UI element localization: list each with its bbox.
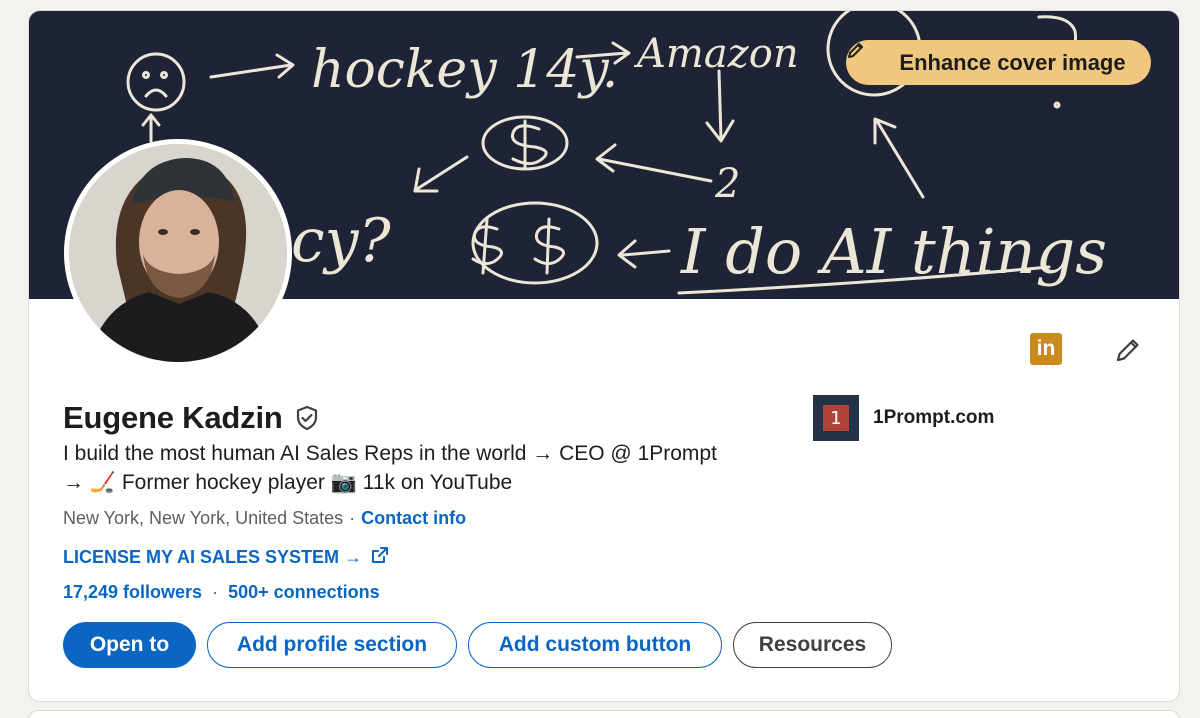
profile-name: Eugene Kadzin (63, 400, 283, 435)
company-name: 1Prompt.com (873, 407, 995, 428)
next-section-card (28, 710, 1180, 718)
current-company[interactable]: 1 1Prompt.com (813, 395, 994, 441)
add-custom-button[interactable]: Add custom button (468, 622, 722, 668)
stats-separator: · (212, 582, 219, 602)
external-link-icon (370, 545, 390, 570)
location-separator: · (349, 508, 356, 528)
company-logo: 1 (813, 395, 859, 441)
board-text-hockey: hockey 14y. (311, 40, 618, 100)
resources-button[interactable]: Resources (733, 622, 892, 668)
board-text-ai-things: I do AI things (680, 215, 1107, 288)
add-profile-section-button[interactable]: Add profile section (207, 622, 457, 668)
network-stats: 17,249 followers · 500+ connections (63, 582, 380, 603)
open-to-button[interactable]: Open to (63, 622, 196, 668)
linkedin-icon[interactable]: in (1030, 333, 1062, 365)
profile-actions: Open to Add profile section Add custom b… (63, 622, 892, 668)
license-link[interactable]: LICENSE MY AI SALES SYSTEM → (63, 545, 390, 570)
contact-info-link[interactable]: Contact info (361, 508, 466, 529)
company-logo-glyph: 1 (823, 405, 849, 431)
profile-avatar[interactable] (64, 139, 292, 367)
headline-line-2: → 🏒 Former hockey player 📷 11k on YouTub… (63, 471, 513, 494)
followers-link[interactable]: 17,249 followers (63, 582, 202, 603)
pencil-icon (848, 43, 891, 73)
location-row: New York, New York, United States · Cont… (63, 508, 466, 529)
license-label: LICENSE MY AI SALES SYSTEM → (63, 547, 363, 567)
edit-profile-pencil-icon[interactable] (1111, 333, 1145, 367)
profile-headline: I build the most human AI Sales Reps in … (63, 439, 803, 497)
board-text-amazon: Amazon (633, 31, 799, 77)
verified-shield-icon[interactable] (293, 404, 321, 432)
board-text-cy: cy? (291, 206, 392, 276)
avatar-photo (69, 144, 287, 362)
enhance-cover-label: Enhance cover image (899, 49, 1126, 75)
board-text-two: 2 (714, 161, 740, 207)
profile-card: hockey 14y. Amazon 2 I do AI things cy? … (28, 10, 1180, 702)
name-row: Eugene Kadzin (63, 400, 321, 436)
enhance-cover-button[interactable]: Enhance cover image (846, 40, 1151, 85)
headline-line-1: I build the most human AI Sales Reps in … (63, 442, 717, 465)
profile-location: New York, New York, United States (63, 508, 344, 528)
connections-link[interactable]: 500+ connections (228, 582, 380, 603)
linkedin-glyph: in (1036, 337, 1056, 360)
